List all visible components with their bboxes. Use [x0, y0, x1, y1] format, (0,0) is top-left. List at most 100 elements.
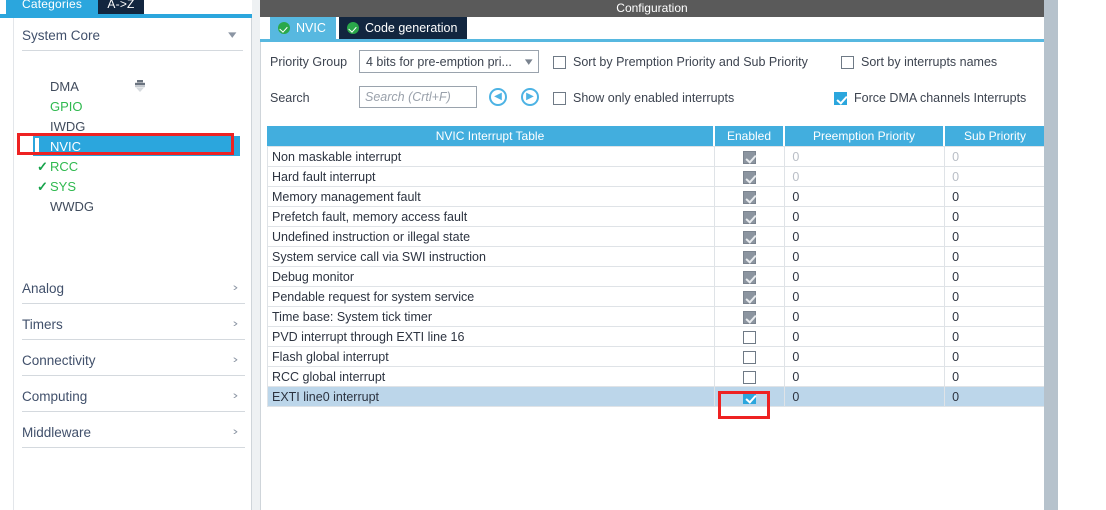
tab-code-generation[interactable]: Code generation: [339, 17, 468, 39]
preemption-priority-cell[interactable]: 0: [785, 187, 946, 207]
enabled-checkbox[interactable]: [743, 310, 757, 324]
enabled-cell[interactable]: [715, 187, 786, 207]
enabled-checkbox[interactable]: [743, 330, 757, 344]
sidebar-item-wwdg[interactable]: WWDG: [14, 196, 253, 216]
enabled-cell[interactable]: [715, 327, 786, 347]
table-row[interactable]: PVD interrupt through EXTI line 16 0 0: [268, 327, 1045, 347]
sidebar-item-nvic[interactable]: NVIC: [33, 136, 240, 156]
table-row[interactable]: Prefetch fault, memory access fault 0 0: [268, 207, 1045, 227]
table-row[interactable]: Non maskable interrupt 0 0: [268, 147, 1045, 167]
column-header-name[interactable]: NVIC Interrupt Table: [267, 126, 715, 146]
sub-priority-cell[interactable]: 0: [945, 387, 1045, 407]
table-row[interactable]: EXTI line0 interrupt 0 0: [268, 387, 1045, 407]
enabled-checkbox[interactable]: [743, 150, 757, 164]
sidebar-group-timers[interactable]: Timers ›: [22, 310, 245, 340]
table-row[interactable]: System service call via SWI instruction 0…: [268, 247, 1045, 267]
table-row[interactable]: Flash global interrupt 0 0: [268, 347, 1045, 367]
preemption-priority-cell[interactable]: 0: [785, 347, 946, 367]
sidebar-item-iwdg[interactable]: IWDG: [14, 116, 253, 136]
sidebar-tab-a-to-z[interactable]: A->Z: [98, 0, 144, 14]
sidebar-group-connectivity[interactable]: Connectivity ›: [22, 346, 245, 376]
preemption-priority-cell[interactable]: 0: [785, 307, 946, 327]
enabled-cell[interactable]: [715, 227, 786, 247]
preemption-priority-cell[interactable]: 0: [785, 227, 946, 247]
preemption-priority-cell[interactable]: 0: [785, 167, 946, 187]
preemption-priority-cell[interactable]: 0: [785, 287, 946, 307]
enabled-checkbox[interactable]: [743, 350, 757, 364]
table-row[interactable]: RCC global interrupt 0 0: [268, 367, 1045, 387]
interrupt-name-cell: Non maskable interrupt: [268, 147, 716, 167]
enabled-cell[interactable]: [715, 247, 786, 267]
sub-priority-cell[interactable]: 0: [945, 147, 1045, 167]
enabled-cell[interactable]: [715, 347, 786, 367]
enabled-checkbox[interactable]: [743, 270, 757, 284]
enabled-cell[interactable]: [715, 207, 786, 227]
sub-priority-cell[interactable]: 0: [945, 267, 1045, 287]
enabled-cell[interactable]: [715, 387, 786, 407]
enabled-checkbox[interactable]: [743, 370, 757, 384]
sidebar-item-dma[interactable]: DMA: [14, 76, 253, 96]
preemption-priority-cell[interactable]: 0: [785, 267, 946, 287]
preemption-priority-cell[interactable]: 0: [785, 147, 946, 167]
circle-right-arrow-icon[interactable]: ▶: [521, 88, 539, 106]
table-row[interactable]: Debug monitor 0 0: [268, 267, 1045, 287]
circle-left-arrow-icon[interactable]: ◀: [489, 88, 507, 106]
sub-priority-cell[interactable]: 0: [945, 167, 1045, 187]
enabled-checkbox[interactable]: [743, 210, 757, 224]
sub-priority-cell[interactable]: 0: [945, 207, 1045, 227]
preemption-priority-cell[interactable]: 0: [785, 367, 946, 387]
column-header-sub-priority[interactable]: Sub Priority: [945, 126, 1045, 146]
sidebar-item-rcc[interactable]: ✓ RCC: [14, 156, 253, 176]
enabled-checkbox[interactable]: [743, 390, 757, 404]
preemption-priority-cell[interactable]: 0: [785, 207, 946, 227]
enabled-checkbox[interactable]: [743, 230, 757, 244]
table-row[interactable]: Hard fault interrupt 0 0: [268, 167, 1045, 187]
enabled-cell[interactable]: [715, 287, 786, 307]
vertical-scrollbar[interactable]: [1044, 0, 1058, 510]
column-header-preemption-priority[interactable]: Preemption Priority: [785, 126, 945, 146]
enabled-checkbox[interactable]: [743, 290, 757, 304]
sub-priority-cell[interactable]: 0: [945, 307, 1045, 327]
enabled-cell[interactable]: [715, 367, 786, 387]
sub-priority-cell[interactable]: 0: [945, 287, 1045, 307]
tab-nvic[interactable]: NVIC: [270, 17, 336, 39]
show-only-enabled-interrupts-checkbox[interactable]: Show only enabled interrupts: [553, 91, 734, 105]
preemption-priority-cell[interactable]: 0: [785, 247, 946, 267]
preemption-priority-cell[interactable]: 0: [785, 387, 946, 407]
preemption-priority-cell[interactable]: 0: [785, 327, 946, 347]
table-row[interactable]: Pendable request for system service 0 0: [268, 287, 1045, 307]
sidebar-tab-categories[interactable]: Categories: [6, 0, 98, 14]
enabled-cell[interactable]: [715, 167, 786, 187]
priority-group-label: Priority Group: [270, 55, 348, 69]
sort-by-preemption-priority-checkbox[interactable]: Sort by Premption Priority and Sub Prior…: [553, 55, 808, 69]
checkbox-label: Force DMA channels Interrupts: [854, 91, 1027, 105]
sidebar-item-gpio[interactable]: GPIO: [14, 96, 253, 116]
enabled-cell[interactable]: [715, 267, 786, 287]
table-row[interactable]: Undefined instruction or illegal state 0 0: [268, 227, 1045, 247]
sub-priority-cell[interactable]: 0: [945, 367, 1045, 387]
sub-priority-cell[interactable]: 0: [945, 347, 1045, 367]
table-row[interactable]: Time base: System tick timer 0 0: [268, 307, 1045, 327]
sort-by-interrupts-names-checkbox[interactable]: Sort by interrupts names: [841, 55, 997, 69]
chevron-right-icon: ›: [232, 390, 239, 402]
table-row[interactable]: Memory management fault 0 0: [268, 187, 1045, 207]
sidebar-group-analog[interactable]: Analog ›: [22, 274, 245, 304]
sidebar-group-computing[interactable]: Computing ›: [22, 382, 245, 412]
interrupt-name-cell: Undefined instruction or illegal state: [268, 227, 716, 247]
sub-priority-cell[interactable]: 0: [945, 187, 1045, 207]
sub-priority-cell[interactable]: 0: [945, 247, 1045, 267]
sub-priority-cell[interactable]: 0: [945, 227, 1045, 247]
sidebar-group-system-core[interactable]: System Core ▾: [22, 21, 243, 51]
enabled-checkbox[interactable]: [743, 250, 757, 264]
sidebar-group-middleware[interactable]: Middleware ›: [22, 418, 245, 448]
enabled-checkbox[interactable]: [743, 190, 757, 204]
enabled-checkbox[interactable]: [743, 170, 757, 184]
force-dma-channels-interrupts-checkbox[interactable]: Force DMA channels Interrupts: [834, 91, 1026, 105]
search-input[interactable]: [359, 86, 477, 108]
sidebar-item-sys[interactable]: ✓ SYS: [14, 176, 253, 196]
enabled-cell[interactable]: [715, 147, 786, 167]
priority-group-select[interactable]: 4 bits for pre-emption pri... ▾: [359, 50, 539, 73]
column-header-enabled[interactable]: Enabled: [715, 126, 785, 146]
enabled-cell[interactable]: [715, 307, 786, 327]
sub-priority-cell[interactable]: 0: [945, 327, 1045, 347]
